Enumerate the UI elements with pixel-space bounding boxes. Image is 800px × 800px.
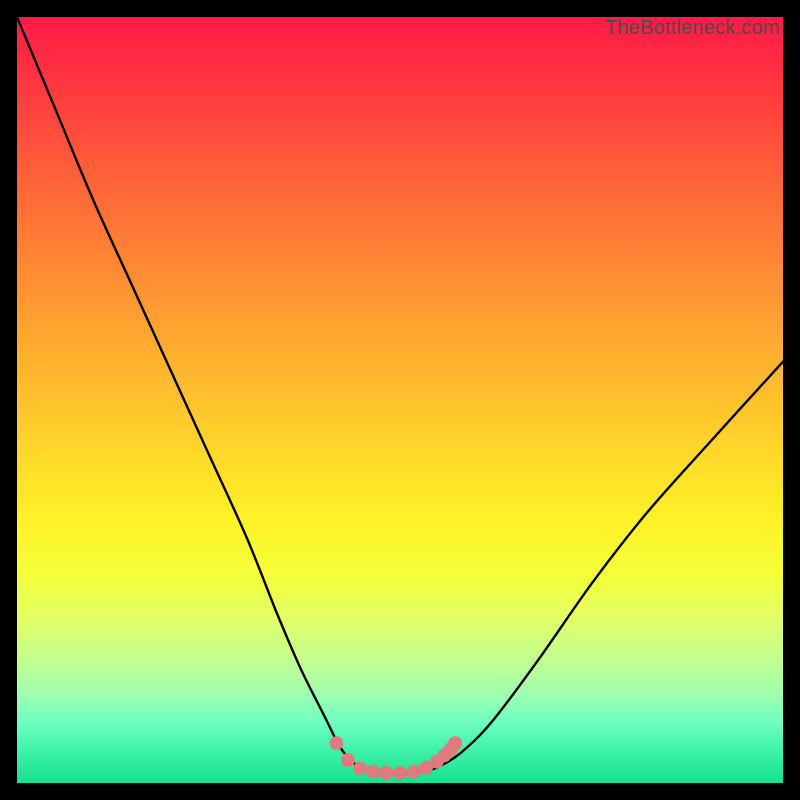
plot-area	[17, 17, 783, 783]
marker-dot	[329, 736, 343, 750]
chart-frame: TheBottleneck.com	[0, 0, 800, 800]
optimal-range-markers	[329, 736, 462, 780]
marker-dot	[448, 736, 462, 750]
marker-dot	[379, 766, 393, 780]
marker-dot	[366, 765, 380, 779]
marker-dot	[407, 765, 421, 779]
marker-dot	[341, 753, 355, 767]
marker-dot	[393, 766, 407, 780]
bottleneck-curve	[17, 17, 783, 773]
curve-path	[17, 17, 783, 773]
chart-svg	[17, 17, 783, 783]
marker-dot	[353, 761, 367, 775]
